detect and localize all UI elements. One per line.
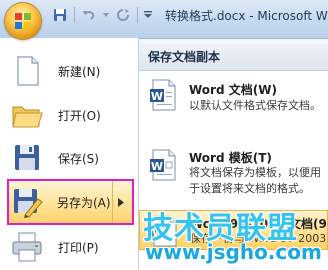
svg-text:W: W <box>151 160 163 173</box>
save-as-submenu: 保存文档副本 W Word 文档(W) 以默认文件格式保存文档。 W Word … <box>139 44 328 270</box>
submenu-item-title: Word 97-2003 文档(9) <box>190 217 328 231</box>
undo-icon[interactable] <box>79 5 99 25</box>
undo-dropdown-icon[interactable] <box>101 5 111 25</box>
word-97-document-icon: W <box>150 214 180 248</box>
title-bar: 转换格式.docx - Microsoft W <box>0 0 328 39</box>
submenu-item-description: 将文档保存为模板，以便用于设置将来文档的格式。 <box>189 166 321 195</box>
menu-item-print[interactable]: 打印(P) <box>8 226 136 268</box>
menu-item-label: 保存(S) <box>58 151 99 166</box>
menu-item-label: 打印(P) <box>58 240 99 255</box>
svg-text:W: W <box>152 226 164 239</box>
printer-icon <box>10 230 44 264</box>
new-document-icon <box>10 54 44 88</box>
menu-item-label: 另存为(A) <box>57 195 111 210</box>
submenu-header: 保存文档副本 <box>139 44 328 71</box>
svg-text:W: W <box>151 90 163 103</box>
menu-item-open[interactable]: 打开(O) <box>8 94 136 136</box>
office-button[interactable] <box>5 3 41 39</box>
submenu-arrow-icon[interactable] <box>112 181 129 223</box>
submenu-item-title: Word 文档(W) <box>189 83 277 97</box>
window-title: 转换格式.docx - Microsoft W <box>165 9 328 23</box>
office-menu: 新建(N) 打开(O) 保存(S) 另存为(A) 打印(P) <box>0 38 139 270</box>
quick-access-toolbar <box>50 4 154 26</box>
menu-item-label: 打开(O) <box>58 108 101 123</box>
word-template-icon: W <box>149 148 179 182</box>
toolbar-separator <box>137 7 138 23</box>
submenu-item-word-template[interactable]: W Word 模板(T) 将文档保存为模板，以便用于设置将来文档的格式。 <box>139 144 328 208</box>
office-logo-icon <box>15 13 31 29</box>
submenu-item-description: 保存一份与 Word 97-2003 <box>190 232 327 245</box>
save-as-icon <box>11 185 45 219</box>
redo-icon[interactable] <box>113 5 133 25</box>
menu-item-save[interactable]: 保存(S) <box>8 137 136 179</box>
submenu-item-title: Word 模板(T) <box>189 151 272 165</box>
word-document-icon: W <box>149 78 179 112</box>
save-icon[interactable] <box>50 5 70 25</box>
submenu-item-description: 以默认文件格式保存文档。 <box>189 99 321 112</box>
menu-item-label: 新建(N) <box>58 64 101 79</box>
customize-toolbar-icon[interactable] <box>142 5 154 25</box>
menu-item-save-as[interactable]: 另存为(A) <box>7 179 134 225</box>
open-folder-icon <box>10 98 44 132</box>
toolbar-separator <box>74 7 75 23</box>
submenu-item-word-document[interactable]: W Word 文档(W) 以默认文件格式保存文档。 <box>139 74 328 120</box>
save-disk-icon <box>10 141 44 175</box>
submenu-item-word-97-2003[interactable]: W Word 97-2003 文档(9) 保存一份与 Word 97-2003 <box>139 210 328 250</box>
menu-item-new[interactable]: 新建(N) <box>8 50 136 92</box>
